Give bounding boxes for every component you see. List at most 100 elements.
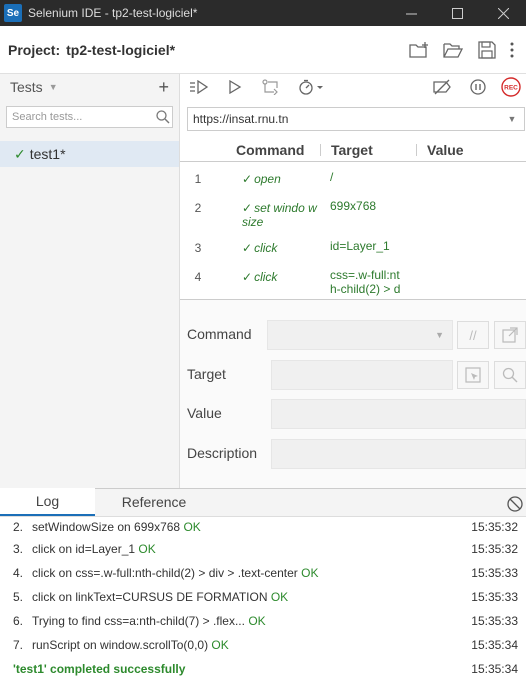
target-label: Target	[187, 366, 226, 382]
row-value	[408, 260, 526, 299]
row-target: 699x768	[330, 199, 377, 213]
record-icon: REC	[501, 77, 521, 97]
tests-dropdown[interactable]: Tests	[10, 79, 43, 95]
minimize-button[interactable]	[388, 0, 434, 26]
more-vertical-icon	[510, 42, 514, 57]
select-target-icon	[465, 367, 481, 383]
caret-down-icon: ▼	[435, 330, 444, 340]
external-link-icon	[502, 327, 518, 343]
log-entry: 2. setWindowSize on 699x768 OK 15:35:32	[13, 520, 518, 534]
command-table-header: Command Target Value	[180, 138, 526, 162]
log-entry: 7. runScript on window.scrollTo(0,0) OK …	[13, 638, 518, 652]
log-tabs: Log Reference	[0, 488, 526, 517]
maximize-button[interactable]	[434, 0, 480, 26]
run-all-tests-button[interactable]	[181, 74, 217, 100]
header-target: Target	[320, 143, 416, 157]
caret-down-icon: ▼	[507, 114, 517, 124]
command-label: Command	[187, 326, 252, 342]
search-tests-box	[6, 106, 173, 128]
log-entry: 4. click on css=.w-full:nth-child(2) > d…	[13, 566, 518, 580]
tab-log[interactable]: Log	[0, 488, 95, 516]
test-item[interactable]: ✓ test1*	[0, 141, 179, 167]
target-input[interactable]	[271, 360, 453, 390]
more-options-button[interactable]	[504, 35, 520, 65]
close-button[interactable]	[480, 0, 526, 26]
completion-time: 15:35:34	[471, 662, 518, 676]
table-row[interactable]: 1 ✓ open /	[180, 162, 526, 191]
value-label: Value	[187, 405, 222, 421]
log-completion: 'test1' completed successfully 15:35:34	[0, 657, 526, 681]
description-label: Description	[187, 445, 258, 461]
add-test-button[interactable]: +	[158, 77, 169, 98]
row-target: css=.w-full:nt h-child(2) > d	[330, 268, 401, 296]
row-index: 4	[194, 270, 202, 284]
row-value	[408, 162, 526, 191]
row-index: 3	[194, 241, 202, 255]
caret-down-icon[interactable]: ▼	[49, 82, 58, 92]
window-title: Selenium IDE - tp2-test-logiciel*	[28, 6, 198, 20]
header-command: Command	[236, 141, 305, 158]
check-icon: ✓	[242, 270, 253, 284]
new-project-button[interactable]	[402, 35, 436, 65]
check-icon: ✓	[14, 145, 26, 162]
step-icon	[262, 79, 278, 95]
tests-panel: Tests ▼ + ✓ test1*	[0, 74, 180, 488]
speed-icon	[299, 79, 323, 95]
log-entry: 5. click on linkText=CURSUS DE FORMATION…	[13, 590, 518, 604]
step-button[interactable]	[253, 74, 289, 100]
record-label: REC	[504, 85, 518, 92]
check-icon: ✓	[242, 201, 253, 215]
disable-breakpoints-icon	[433, 79, 451, 95]
project-label: Project:	[8, 41, 61, 58]
base-url-select[interactable]: https://insat.rnu.tn ▼	[187, 107, 525, 131]
description-input[interactable]	[271, 439, 526, 469]
pause-icon	[470, 79, 486, 95]
row-value	[408, 191, 526, 231]
pause-on-exceptions-button[interactable]	[460, 74, 496, 100]
row-value	[408, 231, 526, 260]
selenium-logo: Se	[4, 4, 22, 22]
open-folder-icon	[443, 42, 463, 58]
comment-button[interactable]: //	[457, 321, 489, 349]
row-command: click	[254, 241, 278, 255]
base-url-value: https://insat.rnu.tn	[193, 112, 289, 126]
project-header: Project: tp2-test-logiciel*	[0, 26, 526, 74]
test-name: test1*	[29, 146, 66, 162]
run-all-icon	[190, 80, 209, 94]
open-project-button[interactable]	[436, 35, 470, 65]
search-icon	[154, 110, 172, 124]
log-entry: 6. Trying to find css=a:nth-child(7) > .…	[13, 614, 518, 628]
maximize-icon	[451, 7, 463, 19]
save-icon	[478, 40, 496, 59]
search-icon	[502, 367, 518, 383]
open-reference-button[interactable]	[494, 321, 526, 349]
clear-log-button[interactable]	[504, 493, 526, 515]
check-icon: ✓	[242, 241, 253, 255]
completion-message: 'test1' completed successfully	[13, 662, 186, 676]
find-target-button[interactable]	[494, 361, 526, 389]
header-value: Value	[416, 143, 464, 157]
table-row[interactable]: 3 ✓ click id=Layer_1	[180, 231, 526, 260]
log-entry: 3. click on id=Layer_1 OK 15:35:32	[13, 542, 518, 556]
disable-breakpoints-button[interactable]	[424, 74, 460, 100]
row-command: click	[254, 270, 278, 284]
command-select[interactable]: ▼	[267, 320, 453, 350]
main-toolbar: REC	[181, 74, 526, 100]
row-command: open	[254, 172, 281, 186]
search-tests-input[interactable]	[7, 111, 154, 123]
save-project-button[interactable]	[470, 35, 504, 65]
table-row[interactable]: 4 ✓ click css=.w-full:nt h-child(2) > d	[180, 260, 526, 299]
table-row[interactable]: 2 ✓ set windo w size 699x768	[180, 191, 526, 231]
test-speed-button[interactable]	[289, 74, 333, 100]
row-target: /	[330, 170, 334, 184]
command-table: Command Target Value 1 ✓ open / 2 ✓ set wi…	[180, 138, 526, 300]
clear-icon	[507, 496, 523, 512]
new-folder-icon	[409, 41, 428, 58]
project-name[interactable]: tp2-test-logiciel*	[66, 42, 402, 58]
run-test-button[interactable]	[217, 74, 253, 100]
minimize-icon	[405, 13, 417, 14]
record-button[interactable]: REC	[496, 74, 526, 100]
tab-reference[interactable]: Reference	[95, 488, 213, 516]
select-target-button[interactable]	[457, 361, 489, 389]
value-input[interactable]	[271, 399, 526, 429]
